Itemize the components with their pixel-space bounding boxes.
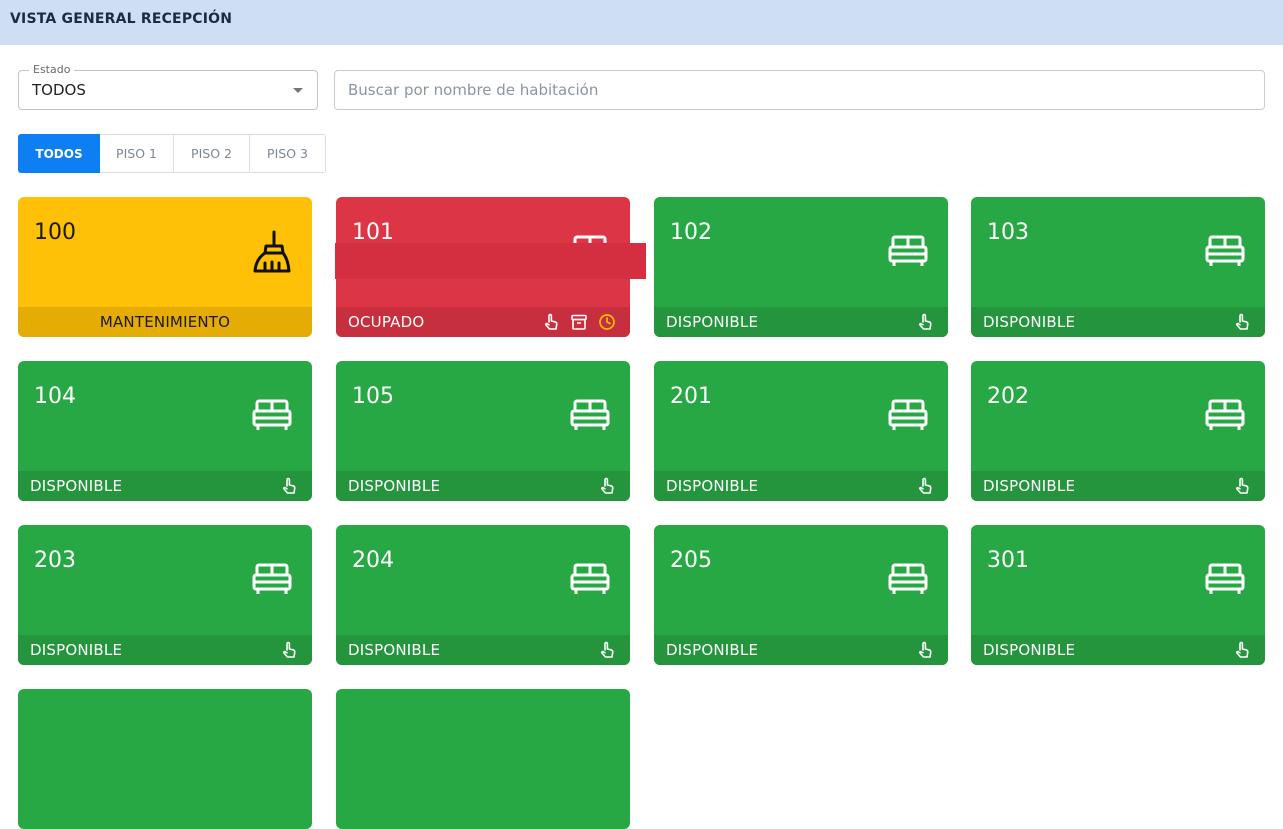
hand-pointer-icon[interactable] bbox=[1233, 641, 1251, 659]
room-footer: DISPONIBLE bbox=[18, 635, 312, 665]
room-card-102[interactable]: 102 DISPONIBLE bbox=[654, 197, 948, 337]
status-filter-value: TODOS bbox=[32, 81, 86, 99]
caret-down-icon bbox=[293, 88, 303, 93]
bed-icon bbox=[1205, 399, 1245, 430]
room-footer: DISPONIBLE bbox=[971, 635, 1265, 665]
room-number: 204 bbox=[352, 548, 394, 573]
room-number: 202 bbox=[987, 384, 1029, 409]
room-status: DISPONIBLE bbox=[348, 477, 441, 495]
room-actions bbox=[1233, 641, 1251, 659]
floor-tabs: TODOS PISO 1 PISO 2 PISO 3 bbox=[18, 134, 326, 173]
tab-piso-2[interactable]: PISO 2 bbox=[174, 134, 250, 173]
room-status: DISPONIBLE bbox=[30, 477, 123, 495]
room-status: MANTENIMIENTO bbox=[99, 313, 231, 331]
hand-pointer-icon[interactable] bbox=[280, 641, 298, 659]
room-footer: DISPONIBLE bbox=[336, 471, 630, 501]
status-filter-label: Estado bbox=[29, 63, 75, 76]
room-footer: DISPONIBLE bbox=[336, 635, 630, 665]
room-card-partial[interactable] bbox=[18, 689, 312, 829]
room-card-100[interactable]: 100 MANTENIMIENTO bbox=[18, 197, 312, 337]
room-number: 105 bbox=[352, 384, 394, 409]
bed-icon bbox=[1205, 563, 1245, 594]
hand-pointer-icon[interactable] bbox=[1233, 477, 1251, 495]
room-actions bbox=[916, 477, 934, 495]
tab-todos[interactable]: TODOS bbox=[18, 134, 100, 173]
page-title: VISTA GENERAL RECEPCIÓN bbox=[10, 11, 233, 27]
room-footer: DISPONIBLE bbox=[654, 635, 948, 665]
room-number: 301 bbox=[987, 548, 1029, 573]
room-number: 100 bbox=[34, 220, 76, 245]
room-number: 103 bbox=[987, 220, 1029, 245]
hand-pointer-icon[interactable] bbox=[916, 313, 934, 331]
room-actions bbox=[1233, 477, 1251, 495]
room-actions bbox=[598, 477, 616, 495]
status-filter-select[interactable]: Estado TODOS bbox=[18, 63, 318, 110]
room-number: 205 bbox=[670, 548, 712, 573]
broom-icon bbox=[253, 230, 291, 273]
hand-pointer-icon[interactable] bbox=[916, 641, 934, 659]
hand-pointer-icon[interactable] bbox=[598, 641, 616, 659]
room-actions bbox=[598, 641, 616, 659]
room-card-105[interactable]: 105 DISPONIBLE bbox=[336, 361, 630, 501]
hand-pointer-icon[interactable] bbox=[598, 477, 616, 495]
bed-icon bbox=[570, 563, 610, 594]
room-status: OCUPADO bbox=[348, 313, 425, 331]
room-card-205[interactable]: 205 DISPONIBLE bbox=[654, 525, 948, 665]
room-card-201[interactable]: 201 DISPONIBLE bbox=[654, 361, 948, 501]
room-status: DISPONIBLE bbox=[666, 313, 759, 331]
room-card-204[interactable]: 204 DISPONIBLE bbox=[336, 525, 630, 665]
room-card-partial[interactable] bbox=[336, 689, 630, 829]
room-footer: DISPONIBLE bbox=[18, 471, 312, 501]
bed-icon bbox=[570, 399, 610, 430]
room-card-103[interactable]: 103 DISPONIBLE bbox=[971, 197, 1265, 337]
room-footer: DISPONIBLE bbox=[971, 471, 1265, 501]
bed-icon bbox=[888, 235, 928, 266]
bed-icon bbox=[888, 563, 928, 594]
room-actions bbox=[280, 477, 298, 495]
room-footer: DISPONIBLE bbox=[971, 307, 1265, 337]
room-status: DISPONIBLE bbox=[666, 641, 759, 659]
room-status: DISPONIBLE bbox=[983, 477, 1076, 495]
room-card-202[interactable]: 202 DISPONIBLE bbox=[971, 361, 1265, 501]
archive-icon[interactable] bbox=[570, 313, 588, 331]
room-number: 201 bbox=[670, 384, 712, 409]
room-number: 102 bbox=[670, 220, 712, 245]
room-number: 104 bbox=[34, 384, 76, 409]
room-footer: DISPONIBLE bbox=[654, 307, 948, 337]
room-footer: OCUPADO bbox=[336, 307, 630, 337]
room-card-203[interactable]: 203 DISPONIBLE bbox=[18, 525, 312, 665]
room-actions bbox=[542, 313, 616, 331]
room-actions bbox=[916, 313, 934, 331]
room-status: DISPONIBLE bbox=[348, 641, 441, 659]
hand-pointer-icon[interactable] bbox=[1233, 313, 1251, 331]
redaction-bar bbox=[335, 243, 646, 279]
tab-piso-3[interactable]: PISO 3 bbox=[250, 134, 326, 173]
room-status: DISPONIBLE bbox=[30, 641, 123, 659]
page-header: VISTA GENERAL RECEPCIÓN bbox=[0, 0, 1283, 45]
room-footer: MANTENIMIENTO bbox=[18, 307, 312, 337]
hand-pointer-icon[interactable] bbox=[280, 477, 298, 495]
room-search-input[interactable] bbox=[334, 70, 1265, 110]
room-card-301[interactable]: 301 DISPONIBLE bbox=[971, 525, 1265, 665]
room-actions bbox=[1233, 313, 1251, 331]
bed-icon bbox=[252, 399, 292, 430]
room-number: 203 bbox=[34, 548, 76, 573]
room-number: 101 bbox=[352, 220, 394, 245]
hand-pointer-icon[interactable] bbox=[916, 477, 934, 495]
room-footer: DISPONIBLE bbox=[654, 471, 948, 501]
room-actions bbox=[916, 641, 934, 659]
room-status: DISPONIBLE bbox=[983, 641, 1076, 659]
clock-icon[interactable] bbox=[598, 313, 616, 331]
room-status: DISPONIBLE bbox=[666, 477, 759, 495]
room-actions bbox=[280, 641, 298, 659]
bed-icon bbox=[252, 563, 292, 594]
tab-piso-1[interactable]: PISO 1 bbox=[100, 134, 174, 173]
bed-icon bbox=[1205, 235, 1245, 266]
room-status: DISPONIBLE bbox=[983, 313, 1076, 331]
bed-icon bbox=[888, 399, 928, 430]
hand-pointer-icon[interactable] bbox=[542, 313, 560, 331]
room-card-104[interactable]: 104 DISPONIBLE bbox=[18, 361, 312, 501]
